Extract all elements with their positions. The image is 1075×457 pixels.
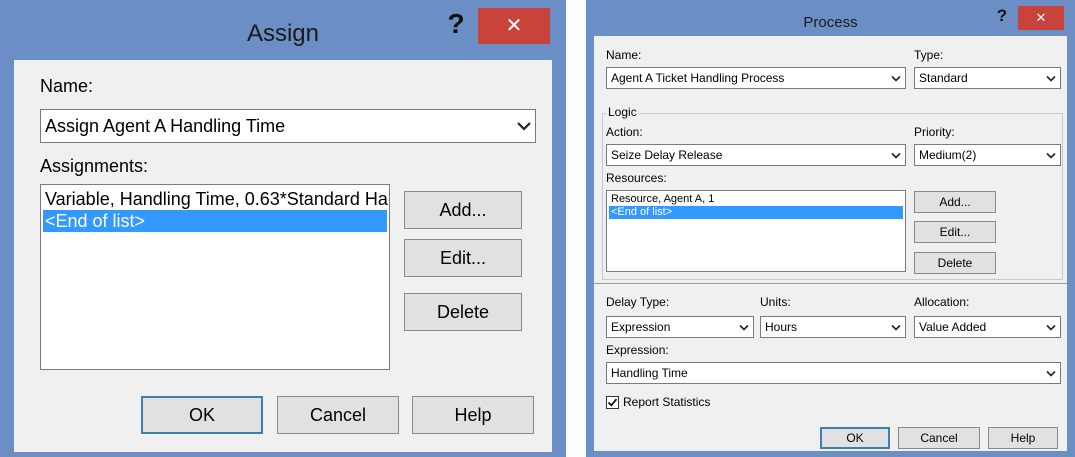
help-icon[interactable]: ? <box>989 6 1015 30</box>
name-label: Name: <box>606 48 642 62</box>
chevron-down-icon[interactable] <box>1046 317 1056 337</box>
chevron-down-icon[interactable] <box>517 110 531 142</box>
list-item-selected[interactable]: <End of list> <box>609 206 903 219</box>
delay-type-value: Expression <box>611 320 671 334</box>
type-label: Type: <box>914 48 944 62</box>
assign-dialog: Assign ? ✕ Name: Assign Agent A Handling… <box>0 0 566 457</box>
name-label: Name: <box>40 76 94 96</box>
expression-label: Expression: <box>606 343 669 357</box>
section-divider <box>594 283 1067 284</box>
type-value: Standard <box>919 71 968 85</box>
edit-button[interactable]: Edit... <box>404 239 522 277</box>
help-icon[interactable]: ? <box>438 8 474 48</box>
allocation-label: Allocation: <box>914 295 970 309</box>
assign-titlebar[interactable]: Assign ? ✕ <box>0 0 566 60</box>
resources-label: Resources: <box>606 171 667 185</box>
name-combobox[interactable]: Assign Agent A Handling Time <box>40 109 536 143</box>
chevron-down-icon[interactable] <box>1046 68 1056 88</box>
process-titlebar[interactable]: Process ? ✕ <box>586 0 1075 36</box>
delete-button[interactable]: Delete <box>914 252 996 274</box>
list-item[interactable]: Variable, Handling Time, 0.63*Standard H… <box>43 188 388 210</box>
close-button[interactable]: ✕ <box>478 8 550 44</box>
assign-client: Name: Assign Agent A Handling Time Assig… <box>14 60 552 452</box>
action-combobox[interactable]: Seize Delay Release <box>606 144 906 166</box>
checkmark-icon <box>607 398 618 407</box>
units-combobox[interactable]: Hours <box>760 316 906 338</box>
chevron-down-icon[interactable] <box>891 317 901 337</box>
add-button[interactable]: Add... <box>914 191 996 213</box>
process-client: Name: Agent A Ticket Handling Process Ty… <box>594 36 1067 451</box>
cancel-button[interactable]: Cancel <box>277 396 399 434</box>
delay-type-combobox[interactable]: Expression <box>606 316 754 338</box>
assignments-label: Assignments: <box>40 156 149 176</box>
delete-button[interactable]: Delete <box>404 293 522 331</box>
logic-group-label: Logic <box>606 105 639 119</box>
action-label: Action: <box>606 125 643 139</box>
close-icon: ✕ <box>1035 10 1047 25</box>
edit-button[interactable]: Edit... <box>914 221 996 243</box>
expression-combobox[interactable]: Handling Time <box>606 362 1061 384</box>
name-value: Agent A Ticket Handling Process <box>611 71 785 85</box>
chevron-down-icon[interactable] <box>891 145 901 165</box>
expression-value: Handling Time <box>611 366 688 380</box>
close-button[interactable]: ✕ <box>1018 6 1064 30</box>
process-dialog: Process ? ✕ Name: Agent A Ticket Handlin… <box>586 0 1075 457</box>
help-button[interactable]: Help <box>412 396 534 434</box>
chevron-down-icon[interactable] <box>739 317 749 337</box>
cancel-button[interactable]: Cancel <box>898 427 980 449</box>
priority-combobox[interactable]: Medium(2) <box>914 144 1061 166</box>
chevron-down-icon[interactable] <box>1046 145 1056 165</box>
ok-button[interactable]: OK <box>820 427 890 449</box>
help-button[interactable]: Help <box>988 427 1058 449</box>
units-label: Units: <box>760 295 791 309</box>
action-value: Seize Delay Release <box>611 148 723 162</box>
units-value: Hours <box>765 320 798 334</box>
add-button[interactable]: Add... <box>404 191 522 229</box>
report-statistics-checkbox[interactable] <box>606 396 619 409</box>
priority-label: Priority: <box>914 125 955 139</box>
close-icon: ✕ <box>505 15 523 37</box>
list-item[interactable]: Resource, Agent A, 1 <box>609 193 903 206</box>
list-item-selected[interactable]: <End of list> <box>43 210 387 232</box>
resources-list[interactable]: Resource, Agent A, 1 <End of list> <box>606 190 906 272</box>
delay-type-label: Delay Type: <box>606 295 670 309</box>
report-statistics-label[interactable]: Report Statistics <box>623 395 710 409</box>
chevron-down-icon[interactable] <box>891 68 901 88</box>
chevron-down-icon[interactable] <box>1046 363 1056 383</box>
ok-button[interactable]: OK <box>141 396 263 434</box>
assignments-list[interactable]: Variable, Handling Time, 0.63*Standard H… <box>40 184 390 370</box>
name-value: Assign Agent A Handling Time <box>45 115 286 136</box>
allocation-value: Value Added <box>919 320 987 334</box>
allocation-combobox[interactable]: Value Added <box>914 316 1061 338</box>
name-combobox[interactable]: Agent A Ticket Handling Process <box>606 67 906 89</box>
type-combobox[interactable]: Standard <box>914 67 1061 89</box>
priority-value: Medium(2) <box>919 148 977 162</box>
